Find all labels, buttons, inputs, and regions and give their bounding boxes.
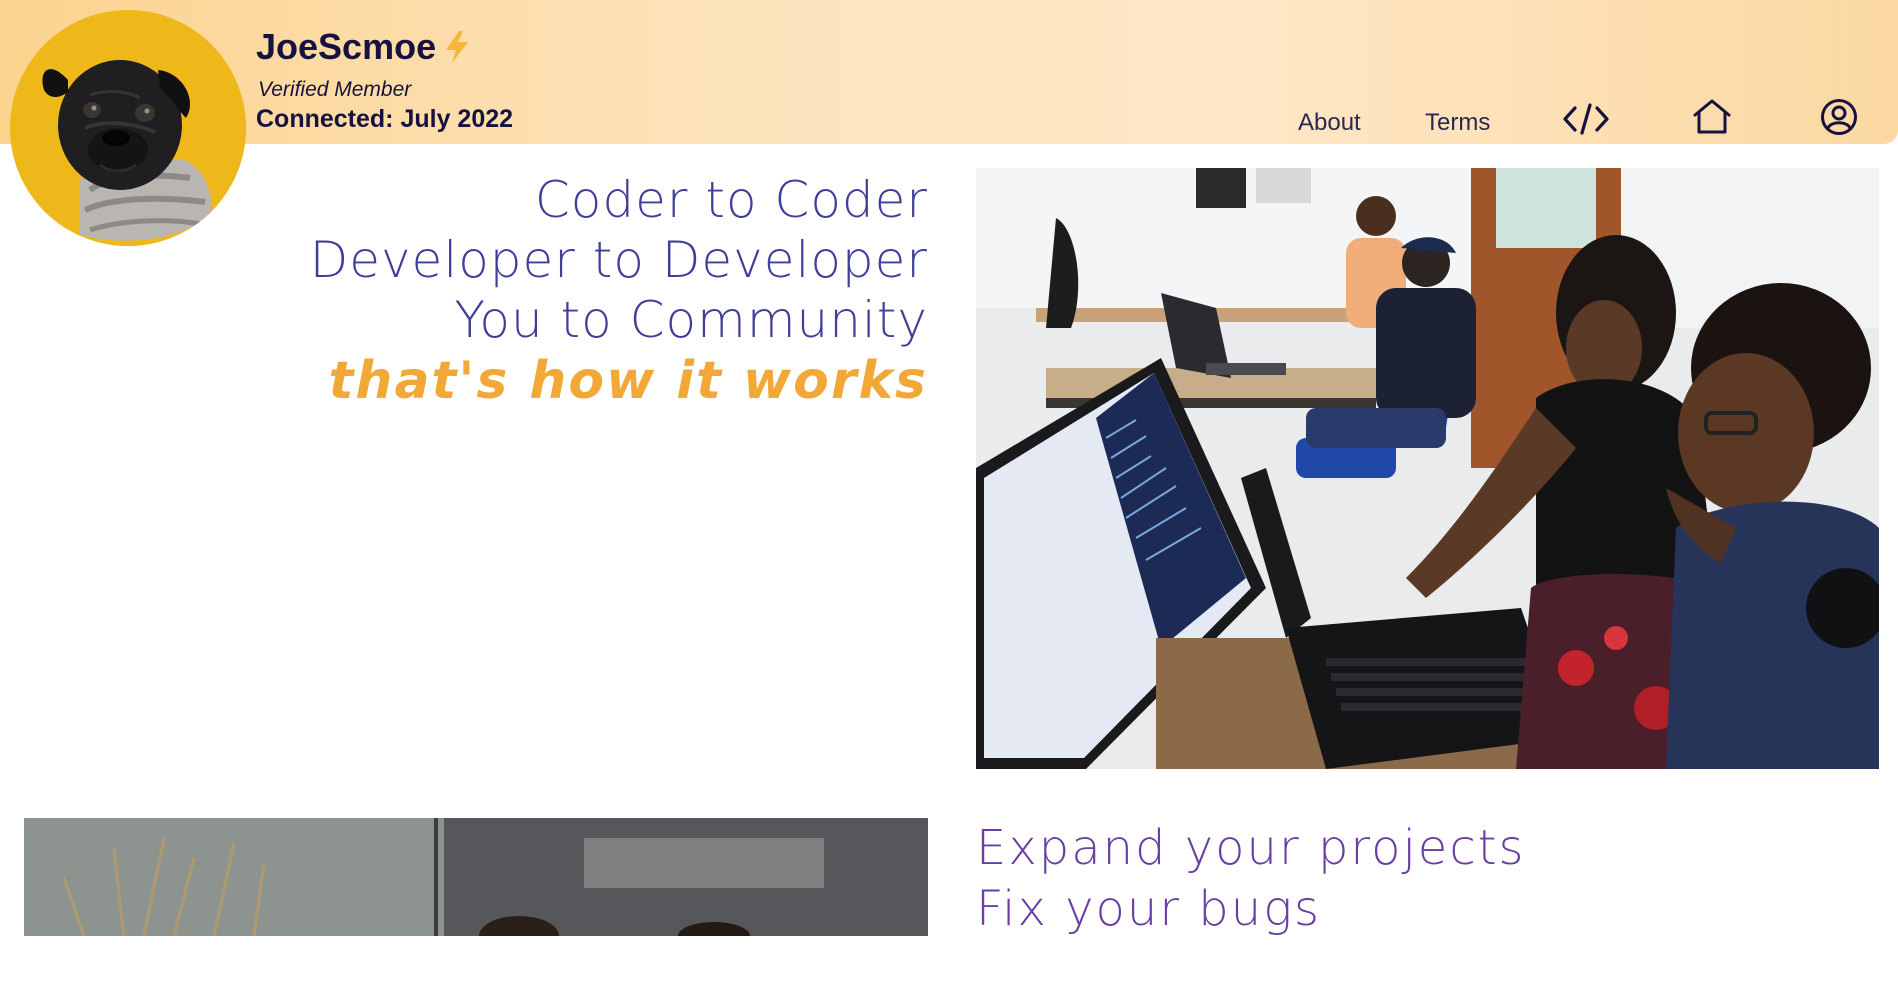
hero-line-1: Coder to Coder [534,171,928,229]
team-coding-photo [976,168,1879,769]
code-icon[interactable] [1563,102,1609,136]
features-text: Expand your projects Fix your bugs [976,818,1526,940]
site-header: JoeScmoe Verified Member Connected: July… [0,0,1898,144]
connected-date: Connected: July 2022 [256,105,514,133]
home-icon[interactable] [1692,98,1732,136]
user-account-icon[interactable] [1820,98,1858,136]
nav-terms-link[interactable]: Terms [1425,109,1490,137]
verified-badge: Verified Member [258,78,412,101]
office-photo [24,818,928,936]
features-line-1: Expand your projects [976,820,1526,876]
features-line-2: Fix your bugs [976,881,1322,937]
nav-about-link[interactable]: About [1298,109,1361,137]
page: JoeScmoe Verified Member Connected: July… [0,0,1898,993]
pug-avatar[interactable] [10,10,246,246]
lightning-bolt-icon [442,30,472,64]
hero-text: Coder to Coder Developer to Developer Yo… [310,170,928,412]
hero-line-3: You to Community [454,291,928,349]
hero-tagline: that's how it works [328,351,928,411]
user-name-row: JoeScmoe [256,26,472,68]
hero-line-2: Developer to Developer [309,231,928,289]
user-name[interactable]: JoeScmoe [256,26,436,68]
